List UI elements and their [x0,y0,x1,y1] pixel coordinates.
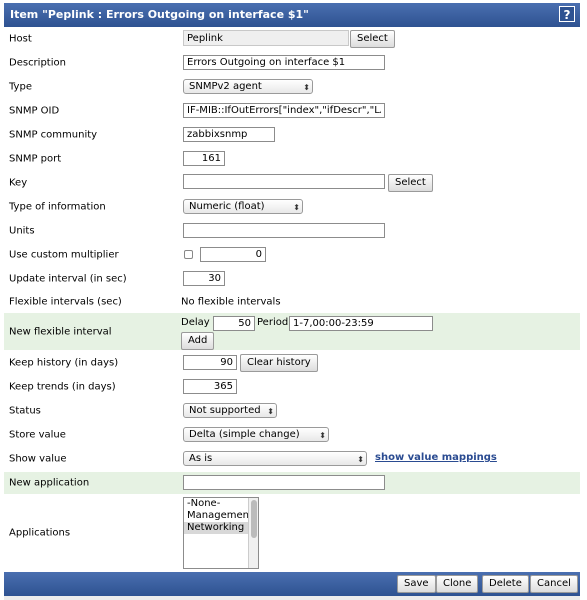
applications-scroll-thumb[interactable] [251,500,257,538]
show-value-select-value: As is [189,453,213,464]
status-select-value: Not supported [189,405,261,416]
application-option-management[interactable]: Management [184,510,258,522]
delay-label: Delay [181,317,210,328]
snmp-port-field[interactable] [183,151,225,166]
application-option-none[interactable]: -None- [184,498,258,510]
dialog-title-bar: Item "Peplink : Errors Outgoing on inter… [4,3,580,27]
keep-trends-label: Keep trends (in days) [9,381,116,393]
new-flexible-interval-row: New flexible interval Delay Period Add [4,313,580,350]
update-interval-row: Update interval (in sec) [4,268,580,290]
select-arrows-icon: ⬍ [357,455,364,464]
custom-multiplier-checkbox[interactable] [184,250,193,259]
delay-field[interactable] [213,316,255,331]
keep-history-field[interactable] [183,355,237,370]
host-select-button[interactable]: Select [350,30,395,48]
key-field[interactable] [183,174,385,189]
keep-trends-field[interactable] [183,379,237,394]
period-field[interactable] [289,316,433,331]
update-interval-label: Update interval (in sec) [9,273,127,285]
snmp-port-label: SNMP port [9,153,62,165]
host-row: Host Select [4,28,580,50]
flexible-intervals-label: Flexible intervals (sec) [9,296,122,308]
help-icon[interactable]: ? [559,6,575,22]
update-interval-field[interactable] [183,271,225,286]
dialog-title: Item "Peplink : Errors Outgoing on inter… [10,8,309,21]
description-label: Description [9,57,66,69]
keep-trends-row: Keep trends (in days) [4,376,580,398]
select-arrows-icon: ⬍ [319,431,326,440]
keep-history-label: Keep history (in days) [9,357,119,369]
new-application-field[interactable] [183,475,385,490]
keep-history-row: Keep history (in days) Clear history [4,352,580,374]
add-interval-button[interactable]: Add [181,332,215,350]
host-label: Host [9,33,32,45]
period-label: Period [257,317,289,328]
snmp-community-row: SNMP community [4,124,580,146]
status-label: Status [9,405,41,417]
custom-multiplier-field[interactable] [200,247,266,262]
store-value-label: Store value [9,429,66,441]
store-value-row: Store value Delta (simple change) ⬍ [4,424,580,446]
status-select[interactable]: Not supported ⬍ [183,403,277,418]
type-of-information-value: Numeric (float) [189,201,265,212]
select-arrows-icon: ⬍ [267,407,274,416]
store-value-select[interactable]: Delta (simple change) ⬍ [183,427,329,442]
type-of-information-row: Type of information Numeric (float) ⬍ [4,196,580,218]
applications-listbox[interactable]: -None- Management Networking [183,497,259,569]
snmp-community-label: SNMP community [9,129,98,141]
key-select-button[interactable]: Select [388,174,433,192]
snmp-community-field[interactable] [183,127,275,142]
show-value-select[interactable]: As is ⬍ [183,451,367,466]
host-field[interactable] [183,30,349,46]
key-label: Key [9,177,28,189]
units-field[interactable] [183,223,385,238]
applications-row: Applications -None- Management Networkin… [4,494,580,572]
status-row: Status Not supported ⬍ [4,400,580,422]
save-button[interactable]: Save [397,575,436,593]
applications-label: Applications [9,527,71,539]
snmp-port-row: SNMP port [4,148,580,170]
custom-multiplier-row: Use custom multiplier [4,244,580,266]
key-row: Key Select [4,172,580,194]
snmp-oid-row: SNMP OID [4,100,580,122]
application-option-networking[interactable]: Networking [184,522,258,534]
new-application-row: New application [4,472,580,494]
type-select[interactable]: SNMPv2 agent ⬍ [183,79,313,94]
description-field[interactable] [183,55,385,70]
clone-button[interactable]: Clone [436,575,479,593]
form-footer: Save Clone Delete Cancel [4,572,580,596]
flexible-intervals-row: Flexible intervals (sec) No flexible int… [4,292,580,312]
show-value-mappings-link[interactable]: show value mappings [375,452,497,463]
snmp-oid-field[interactable] [183,103,385,118]
show-value-label: Show value [9,453,67,465]
store-value-select-value: Delta (simple change) [189,429,300,440]
applications-scrollbar[interactable] [248,498,258,568]
units-label: Units [9,225,35,237]
type-of-information-select[interactable]: Numeric (float) ⬍ [183,199,303,214]
select-arrows-icon: ⬍ [293,203,300,212]
show-value-row: Show value As is ⬍ show value mappings [4,448,580,470]
snmp-oid-label: SNMP OID [9,105,60,117]
cancel-button[interactable]: Cancel [530,575,578,593]
bottom-strip [4,596,580,600]
description-row: Description [4,52,580,74]
select-arrows-icon: ⬍ [303,83,310,92]
type-of-information-label: Type of information [9,201,106,213]
type-select-value: SNMPv2 agent [189,81,262,92]
units-row: Units [4,220,580,242]
new-flexible-interval-label: New flexible interval [9,326,112,337]
clear-history-button[interactable]: Clear history [240,354,318,372]
flexible-intervals-value: No flexible intervals [181,296,281,308]
delete-button[interactable]: Delete [482,575,529,593]
type-label: Type [9,81,32,93]
type-row: Type SNMPv2 agent ⬍ [4,76,580,98]
custom-multiplier-label: Use custom multiplier [9,249,119,261]
new-application-label: New application [9,477,90,489]
